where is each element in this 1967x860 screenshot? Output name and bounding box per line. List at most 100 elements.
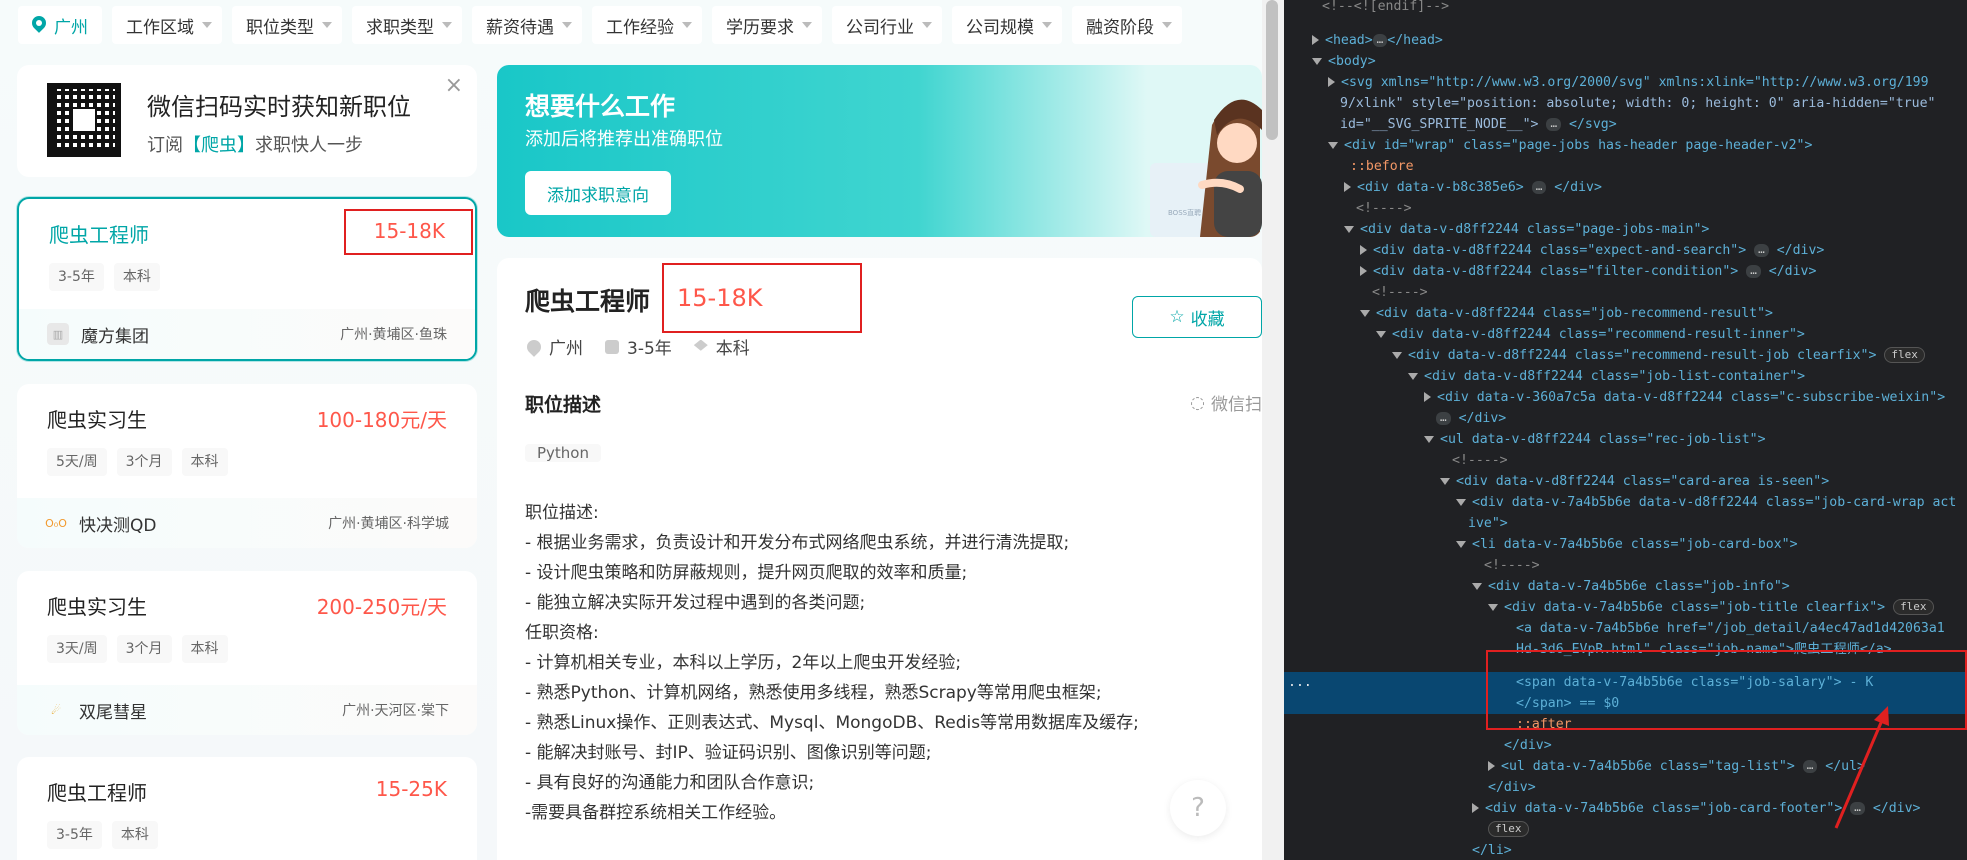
collapse-icon[interactable] (1360, 309, 1370, 317)
dom-line[interactable]: <div data-v-d8ff2244 class="job-recommen… (1360, 303, 1773, 324)
collapse-icon[interactable] (1392, 351, 1402, 359)
job-card[interactable]: 爬虫实习生 200-250元/天 3天/周 3个月 本科 ☄ 双尾彗星 广州·天… (17, 571, 477, 735)
collapse-icon[interactable] (1344, 225, 1354, 233)
company-name[interactable]: 魔方集团 (81, 322, 340, 347)
flex-badge[interactable]: flex (1488, 821, 1529, 837)
dom-line[interactable]: <div data-v-d8ff2244 class="expect-and-s… (1360, 240, 1824, 261)
expand-icon[interactable] (1360, 245, 1367, 255)
flex-badge[interactable]: flex (1893, 599, 1934, 615)
dom-line[interactable]: <div data-v-360a7c5a data-v-d8ff2244 cla… (1424, 387, 1945, 408)
filter-seek-type[interactable]: 求职类型 (352, 6, 462, 44)
collapse-icon[interactable] (1488, 603, 1498, 611)
job-name[interactable]: 爬虫实习生 (47, 591, 147, 620)
dom-line[interactable]: ::before (1350, 156, 1414, 177)
ellipsis-icon[interactable]: … (1372, 33, 1388, 47)
dom-line[interactable]: <div data-v-d8ff2244 class="recommend-re… (1376, 324, 1805, 345)
filter-funding[interactable]: 融资阶段 (1072, 6, 1182, 44)
ellipsis-icon[interactable]: … (1746, 264, 1761, 278)
section-title: 职位描述 (525, 394, 602, 416)
expand-icon[interactable] (1328, 77, 1335, 87)
dom-line[interactable]: <head>… </head> (1312, 30, 1443, 51)
collapse-icon[interactable] (1376, 330, 1386, 338)
dom-line[interactable]: <div data-v-7a4b5b6e class="job-info"> (1472, 576, 1790, 597)
dom-line[interactable]: <div data-v-7a4b5b6e data-v-d8ff2244 cla… (1456, 492, 1956, 513)
filter-salary[interactable]: 薪资待遇 (472, 6, 582, 44)
detail-city-text: 广州 (549, 339, 583, 359)
banner-subtitle: 添加后将推荐出准确职位 (525, 129, 723, 150)
filter-scale[interactable]: 公司规模 (952, 6, 1062, 44)
expand-icon[interactable] (1360, 266, 1367, 276)
ellipsis-icon[interactable]: … (1531, 180, 1547, 194)
flex-badge[interactable]: flex (1884, 347, 1925, 363)
job-name[interactable]: 爬虫工程师 (47, 777, 147, 806)
annotation-box (1486, 650, 1967, 730)
filter-area[interactable]: 工作区域 (112, 6, 222, 44)
ellipsis-icon[interactable]: … (1850, 801, 1865, 815)
dom-text: </head> (1387, 33, 1443, 48)
ellipsis-icon[interactable]: … (1436, 411, 1451, 425)
ellipsis-icon[interactable]: … (1754, 243, 1769, 257)
chat-icon: ◌ (1190, 392, 1205, 413)
dom-line[interactable]: <!--<![endif]--> (1322, 0, 1449, 17)
filter-job-type[interactable]: 职位类型 (232, 6, 342, 44)
expand-icon[interactable] (1344, 182, 1351, 192)
job-card[interactable]: 爬虫实习生 100-180元/天 5天/周 3个月 本科 O₀O 快决测QD 广… (17, 384, 477, 548)
dom-line[interactable]: <div data-v-d8ff2244 class="card-area is… (1440, 471, 1829, 492)
close-icon[interactable]: × (445, 73, 463, 98)
dom-line[interactable]: <div data-v-7a4b5b6e class="job-card-foo… (1472, 798, 1920, 819)
dom-line[interactable]: <li data-v-7a4b5b6e class="job-card-box"… (1456, 534, 1798, 555)
collapse-icon[interactable] (1408, 372, 1418, 380)
dom-line[interactable]: <div data-v-b8c385e6> … </div> (1344, 177, 1602, 198)
dom-line[interactable]: <ul data-v-d8ff2244 class="rec-job-list"… (1424, 429, 1766, 450)
desc-line: - 能解决封账号、封IP、验证码识别、图像识别等问题; (525, 743, 932, 763)
dom-line[interactable]: <ul data-v-7a4b5b6e class="tag-list"> … … (1488, 756, 1865, 777)
expand-icon[interactable] (1472, 803, 1479, 813)
page-scrollbar[interactable] (1262, 0, 1284, 860)
ellipsis-icon[interactable]: … (1802, 759, 1818, 773)
detail-degree: 本科 (693, 334, 750, 359)
dom-line[interactable]: <div data-v-d8ff2244 class="page-jobs-ma… (1344, 219, 1709, 240)
collapse-icon[interactable] (1456, 540, 1466, 548)
job-card[interactable]: 爬虫工程师 15-25K 3-5年 本科 (17, 757, 477, 860)
detail-city: 广州 (524, 334, 583, 359)
filter-industry[interactable]: 公司行业 (832, 6, 942, 44)
svg-text:BOSS直聘: BOSS直聘 (1168, 208, 1201, 217)
expand-icon[interactable] (1488, 761, 1495, 771)
caret-down-icon (1162, 22, 1172, 28)
collapse-icon[interactable] (1312, 57, 1322, 65)
ellipsis-icon[interactable]: … (1546, 117, 1562, 131)
job-area: 广州·天河区·棠下 (342, 703, 449, 719)
expand-icon[interactable] (1424, 392, 1431, 402)
job-name[interactable]: 爬虫工程师 (49, 219, 149, 248)
favorite-button[interactable]: ☆ 收藏 (1132, 296, 1262, 338)
dom-line[interactable]: <a data-v-7a4b5b6e href="/job_detail/a4e… (1516, 618, 1945, 639)
dom-line: … </div> (1436, 408, 1506, 429)
company-name[interactable]: 双尾彗星 (79, 698, 342, 723)
desc-line: - 计算机相关专业，本科以上学历，2年以上爬虫开发经验; (525, 653, 962, 673)
collapse-icon[interactable] (1440, 477, 1450, 485)
dom-line[interactable]: <body> (1312, 51, 1376, 72)
dom-line[interactable]: <div data-v-d8ff2244 class="filter-condi… (1360, 261, 1816, 282)
filter-experience[interactable]: 工作经验 (592, 6, 702, 44)
collapse-icon[interactable] (1424, 435, 1434, 443)
collapse-icon[interactable] (1472, 582, 1482, 590)
dom-line[interactable]: <div id="wrap" class="page-jobs has-head… (1328, 135, 1812, 156)
collapse-icon[interactable] (1456, 498, 1466, 506)
job-name[interactable]: 爬虫实习生 (47, 404, 147, 433)
company-name[interactable]: 快决测QD (79, 511, 328, 536)
wechat-share[interactable]: ◌ 微信扫 (1190, 390, 1262, 416)
dom-line[interactable]: <div data-v-7a4b5b6e class="job-title cl… (1488, 597, 1934, 618)
dom-line-gutter[interactable]: ... (1288, 672, 1312, 693)
dom-line[interactable]: <div data-v-d8ff2244 class="job-list-con… (1408, 366, 1805, 387)
filter-label: 公司规模 (966, 17, 1034, 38)
dom-line[interactable]: <svg xmlns="http://www.w3.org/2000/svg" … (1328, 72, 1929, 93)
detail-job-title: 爬虫工程师 (525, 287, 651, 316)
add-intent-button[interactable]: 添加求职意向 (525, 171, 671, 215)
scrollbar-thumb[interactable] (1266, 0, 1278, 140)
help-button[interactable]: ? (1170, 780, 1226, 836)
city-filter[interactable]: 广州 (18, 6, 102, 44)
filter-degree[interactable]: 学历要求 (712, 6, 822, 44)
expand-icon[interactable] (1312, 35, 1319, 45)
collapse-icon[interactable] (1328, 141, 1338, 149)
dom-line[interactable]: <div data-v-d8ff2244 class="recommend-re… (1392, 345, 1925, 366)
